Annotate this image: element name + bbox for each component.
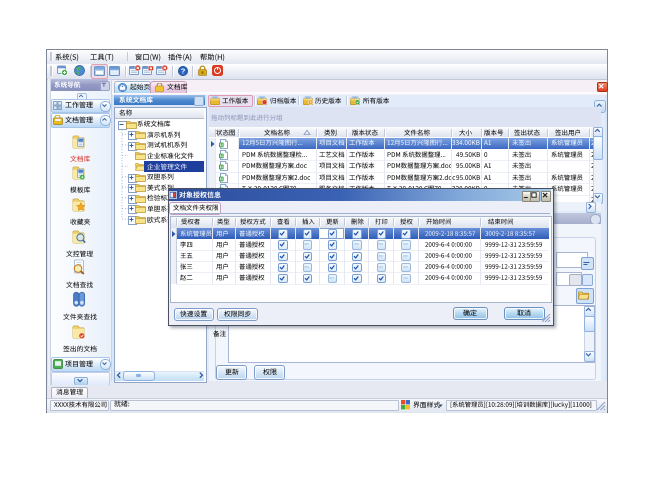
- svg-text:?: ?: [180, 66, 185, 75]
